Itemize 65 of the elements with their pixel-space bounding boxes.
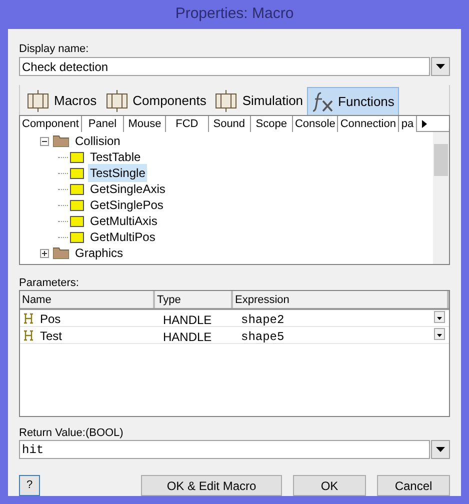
parameter-name: Test [40, 328, 62, 344]
tree-item[interactable]: GetMultiAxis [88, 212, 160, 230]
function-icon [70, 168, 84, 178]
column-header[interactable]: Type [155, 291, 233, 308]
category-tab[interactable]: Component [20, 116, 82, 132]
dropdown-button[interactable] [431, 440, 450, 459]
column-header[interactable]: Name [20, 291, 155, 308]
function-icon [70, 152, 84, 162]
component-icon [214, 90, 238, 112]
parameter-expression: shape2 [240, 312, 286, 326]
tree-item[interactable]: TestTable [88, 148, 143, 166]
component-icon [26, 90, 50, 112]
handle-icon [23, 330, 34, 341]
folder-icon [53, 247, 69, 259]
handle-icon [23, 313, 34, 324]
caret-icon [437, 334, 442, 337]
dropdown-button[interactable] [431, 57, 450, 76]
parameter-type: HANDLE [162, 329, 213, 343]
scrollbar[interactable] [433, 132, 449, 264]
tab[interactable]: Simulation [210, 87, 308, 115]
category-tab[interactable]: pa [398, 116, 417, 132]
caret-icon [437, 317, 442, 320]
return-value-field[interactable]: hit [19, 440, 430, 459]
category-tab[interactable]: Panel [82, 116, 124, 132]
folder-icon [53, 135, 69, 147]
component-icon [104, 90, 129, 112]
category-tab[interactable]: Scope [250, 116, 293, 132]
return-value-label: Return Value:(BOOL) [19, 426, 124, 440]
function-icon [70, 232, 84, 242]
collapse-toggle-icon[interactable] [40, 136, 49, 146]
dropdown-arrow-icon [436, 64, 445, 69]
help-button[interactable]: ? [19, 475, 40, 496]
cancel-button[interactable]: Cancel [377, 475, 450, 496]
category-tab[interactable]: Sound [208, 116, 251, 132]
category-tab[interactable]: FCD [166, 116, 209, 132]
tree-item[interactable]: GetMultiPos [88, 228, 158, 246]
display-name-field[interactable]: Check detection [19, 57, 430, 76]
category-tab[interactable]: Mouse [124, 116, 166, 132]
function-icon [70, 184, 84, 194]
dropdown-button[interactable] [434, 311, 445, 323]
tree-item[interactable]: Collision [73, 132, 122, 150]
tree-item[interactable]: Graphics [73, 244, 126, 262]
dropdown-arrow-icon [436, 447, 445, 452]
tab[interactable]: Macros [22, 87, 101, 115]
tab[interactable]: Functions [307, 87, 400, 115]
tab[interactable]: Components [100, 87, 210, 115]
expand-toggle-icon[interactable] [40, 248, 49, 258]
column-header[interactable]: Expression [233, 291, 449, 308]
parameter-expression: shape5 [240, 329, 286, 343]
tree-item[interactable]: TestSingle [88, 164, 148, 182]
function-symbol-icon [312, 90, 334, 112]
parameter-type: HANDLE [162, 312, 213, 326]
category-tab[interactable]: Connection [338, 116, 399, 132]
dropdown-button[interactable] [434, 328, 445, 340]
parameter-name: Pos [40, 310, 61, 328]
tree-item[interactable]: GetSingleAxis [88, 180, 168, 198]
ok-button[interactable]: OK [293, 475, 366, 496]
ok-edit-macro-button[interactable]: OK & Edit Macro [141, 475, 282, 496]
window-title: Properties: Macro [174, 4, 295, 24]
category-tab[interactable]: Console [292, 116, 338, 132]
function-icon [70, 216, 84, 226]
parameters-label: Parameters: [19, 276, 80, 290]
display-name-label: Display name: [19, 42, 90, 57]
tree-item[interactable]: GetSinglePos [88, 196, 166, 214]
function-icon [70, 200, 84, 210]
